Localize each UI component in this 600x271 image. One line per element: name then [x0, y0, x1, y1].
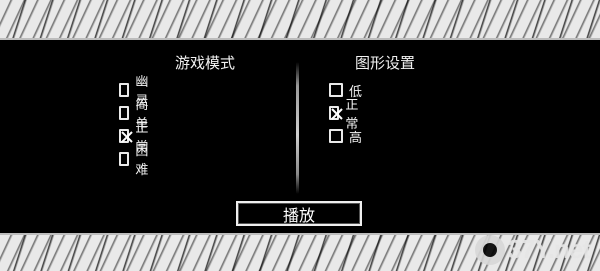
- game-mode-title: 游戏模式: [174, 54, 235, 72]
- top-decorative-band: [0, 0, 600, 40]
- checkbox[interactable]: [329, 129, 343, 143]
- option-label: 困难: [135, 144, 149, 178]
- checkbox-checked[interactable]: [329, 106, 343, 120]
- watermark-brand: 37Y.net: [507, 234, 591, 264]
- column-divider: [296, 62, 299, 194]
- option-medium[interactable]: 正常: [329, 98, 362, 132]
- x-mark-icon: [121, 131, 133, 143]
- option-label: 高: [349, 130, 363, 146]
- checkbox[interactable]: [329, 83, 343, 97]
- checkbox[interactable]: [119, 106, 130, 120]
- checkbox[interactable]: [119, 83, 130, 97]
- checkbox[interactable]: [119, 152, 130, 166]
- graphics-settings-title: 图形设置: [354, 54, 415, 72]
- option-hard[interactable]: 困难: [119, 144, 152, 178]
- checkbox-checked[interactable]: [119, 129, 133, 143]
- play-button[interactable]: 播放: [236, 201, 362, 226]
- x-mark-icon: [331, 108, 343, 120]
- watermark-logo: 37Y.net: [475, 234, 591, 265]
- logo-icon: [475, 234, 506, 265]
- option-high[interactable]: 高: [329, 126, 362, 146]
